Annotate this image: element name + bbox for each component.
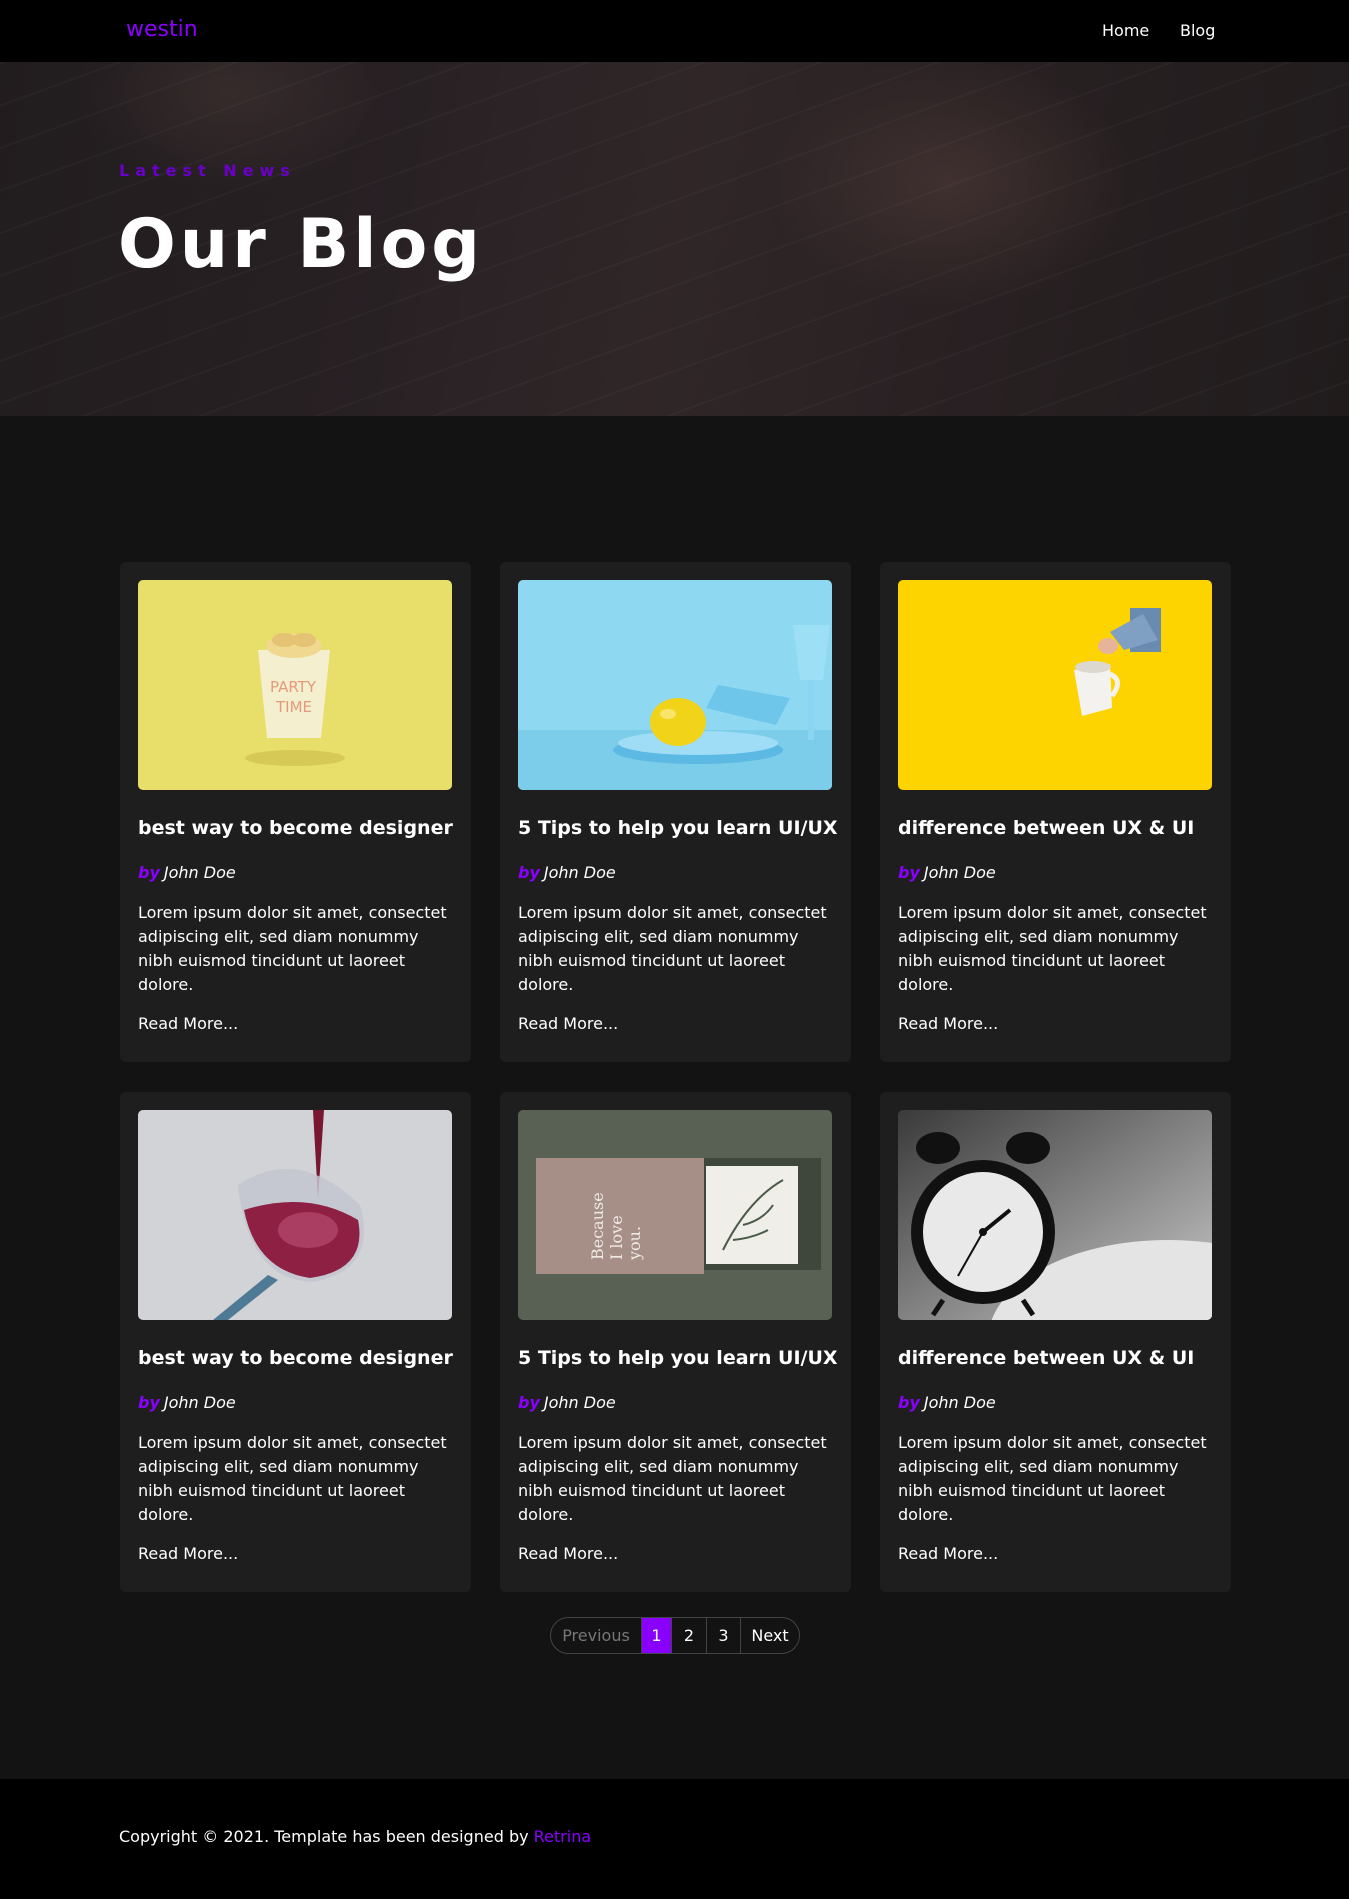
blog-card: difference between UX & UI by John Doe Lo… bbox=[880, 1092, 1231, 1592]
post-title[interactable]: difference between UX & UI bbox=[898, 1347, 1194, 1369]
brand-logo[interactable]: westin bbox=[126, 17, 198, 42]
blog-card: difference between UX & UI by John Doe Lo… bbox=[880, 562, 1231, 1062]
post-image[interactable] bbox=[898, 1110, 1212, 1320]
svg-text:Because: Because bbox=[588, 1192, 607, 1260]
post-image[interactable] bbox=[518, 580, 832, 790]
post-excerpt: Lorem ipsum dolor sit amet, consectet ad… bbox=[138, 1433, 447, 1524]
read-more-link[interactable]: Read More... bbox=[898, 1014, 998, 1033]
blog-card: PARTY TIME best way to become designer b… bbox=[120, 562, 471, 1062]
blog-card: 5 Tips to help you learn UI/UX by John Do… bbox=[500, 562, 851, 1062]
footer: Copyright © 2021. Template has been desi… bbox=[0, 1779, 1349, 1899]
pagination-previous[interactable]: Previous bbox=[551, 1618, 641, 1653]
svg-text:TIME: TIME bbox=[275, 698, 312, 716]
post-author: by John Doe bbox=[518, 863, 616, 882]
post-author: by John Doe bbox=[518, 1393, 616, 1412]
post-excerpt: Lorem ipsum dolor sit amet, consectet ad… bbox=[518, 1433, 827, 1524]
nav-link-home[interactable]: Home bbox=[1102, 21, 1149, 40]
post-excerpt: Lorem ipsum dolor sit amet, consectet ad… bbox=[518, 903, 827, 994]
hero-banner: Latest News Our Blog bbox=[0, 62, 1349, 416]
blog-card: Because I love you. 5 Tips to help you l… bbox=[500, 1092, 851, 1592]
read-more-link[interactable]: Read More... bbox=[138, 1014, 238, 1033]
post-author: by John Doe bbox=[138, 863, 236, 882]
pagination-page-3[interactable]: 3 bbox=[706, 1618, 740, 1653]
post-excerpt: Lorem ipsum dolor sit amet, consectet ad… bbox=[898, 903, 1207, 994]
designer-credit-link[interactable]: Retrina bbox=[534, 1827, 591, 1846]
pagination-page-2[interactable]: 2 bbox=[671, 1618, 706, 1653]
post-title[interactable]: 5 Tips to help you learn UI/UX bbox=[518, 817, 838, 839]
read-more-link[interactable]: Read More... bbox=[138, 1544, 238, 1563]
read-more-link[interactable]: Read More... bbox=[898, 1544, 998, 1563]
post-title[interactable]: difference between UX & UI bbox=[898, 817, 1194, 839]
svg-text:I love: I love bbox=[607, 1215, 626, 1260]
post-image[interactable] bbox=[898, 580, 1212, 790]
read-more-link[interactable]: Read More... bbox=[518, 1014, 618, 1033]
svg-text:PARTY: PARTY bbox=[270, 678, 317, 696]
post-author: by John Doe bbox=[898, 1393, 996, 1412]
post-excerpt: Lorem ipsum dolor sit amet, consectet ad… bbox=[898, 1433, 1207, 1524]
navbar: westin Home Blog bbox=[0, 0, 1349, 62]
hero-subtitle: Latest News bbox=[119, 161, 296, 180]
post-excerpt: Lorem ipsum dolor sit amet, consectet ad… bbox=[138, 903, 447, 994]
page-title: Our Blog bbox=[118, 205, 484, 284]
post-author: by John Doe bbox=[138, 1393, 236, 1412]
pagination: Previous 1 2 3 Next bbox=[550, 1617, 800, 1654]
blog-card: best way to become designer by John Doe L… bbox=[120, 1092, 471, 1592]
copyright-text: Copyright © 2021. Template has been desi… bbox=[119, 1827, 592, 1846]
post-image[interactable]: Because I love you. bbox=[518, 1110, 832, 1320]
pagination-page-1[interactable]: 1 bbox=[641, 1618, 671, 1653]
post-title[interactable]: best way to become designer bbox=[138, 1347, 453, 1369]
pagination-next[interactable]: Next bbox=[740, 1618, 799, 1653]
nav-link-blog[interactable]: Blog bbox=[1180, 21, 1215, 40]
post-image[interactable]: PARTY TIME bbox=[138, 580, 452, 790]
post-author: by John Doe bbox=[898, 863, 996, 882]
post-title[interactable]: 5 Tips to help you learn UI/UX bbox=[518, 1347, 838, 1369]
post-image[interactable] bbox=[138, 1110, 452, 1320]
post-title[interactable]: best way to become designer bbox=[138, 817, 453, 839]
svg-text:you.: you. bbox=[625, 1226, 644, 1261]
read-more-link[interactable]: Read More... bbox=[518, 1544, 618, 1563]
